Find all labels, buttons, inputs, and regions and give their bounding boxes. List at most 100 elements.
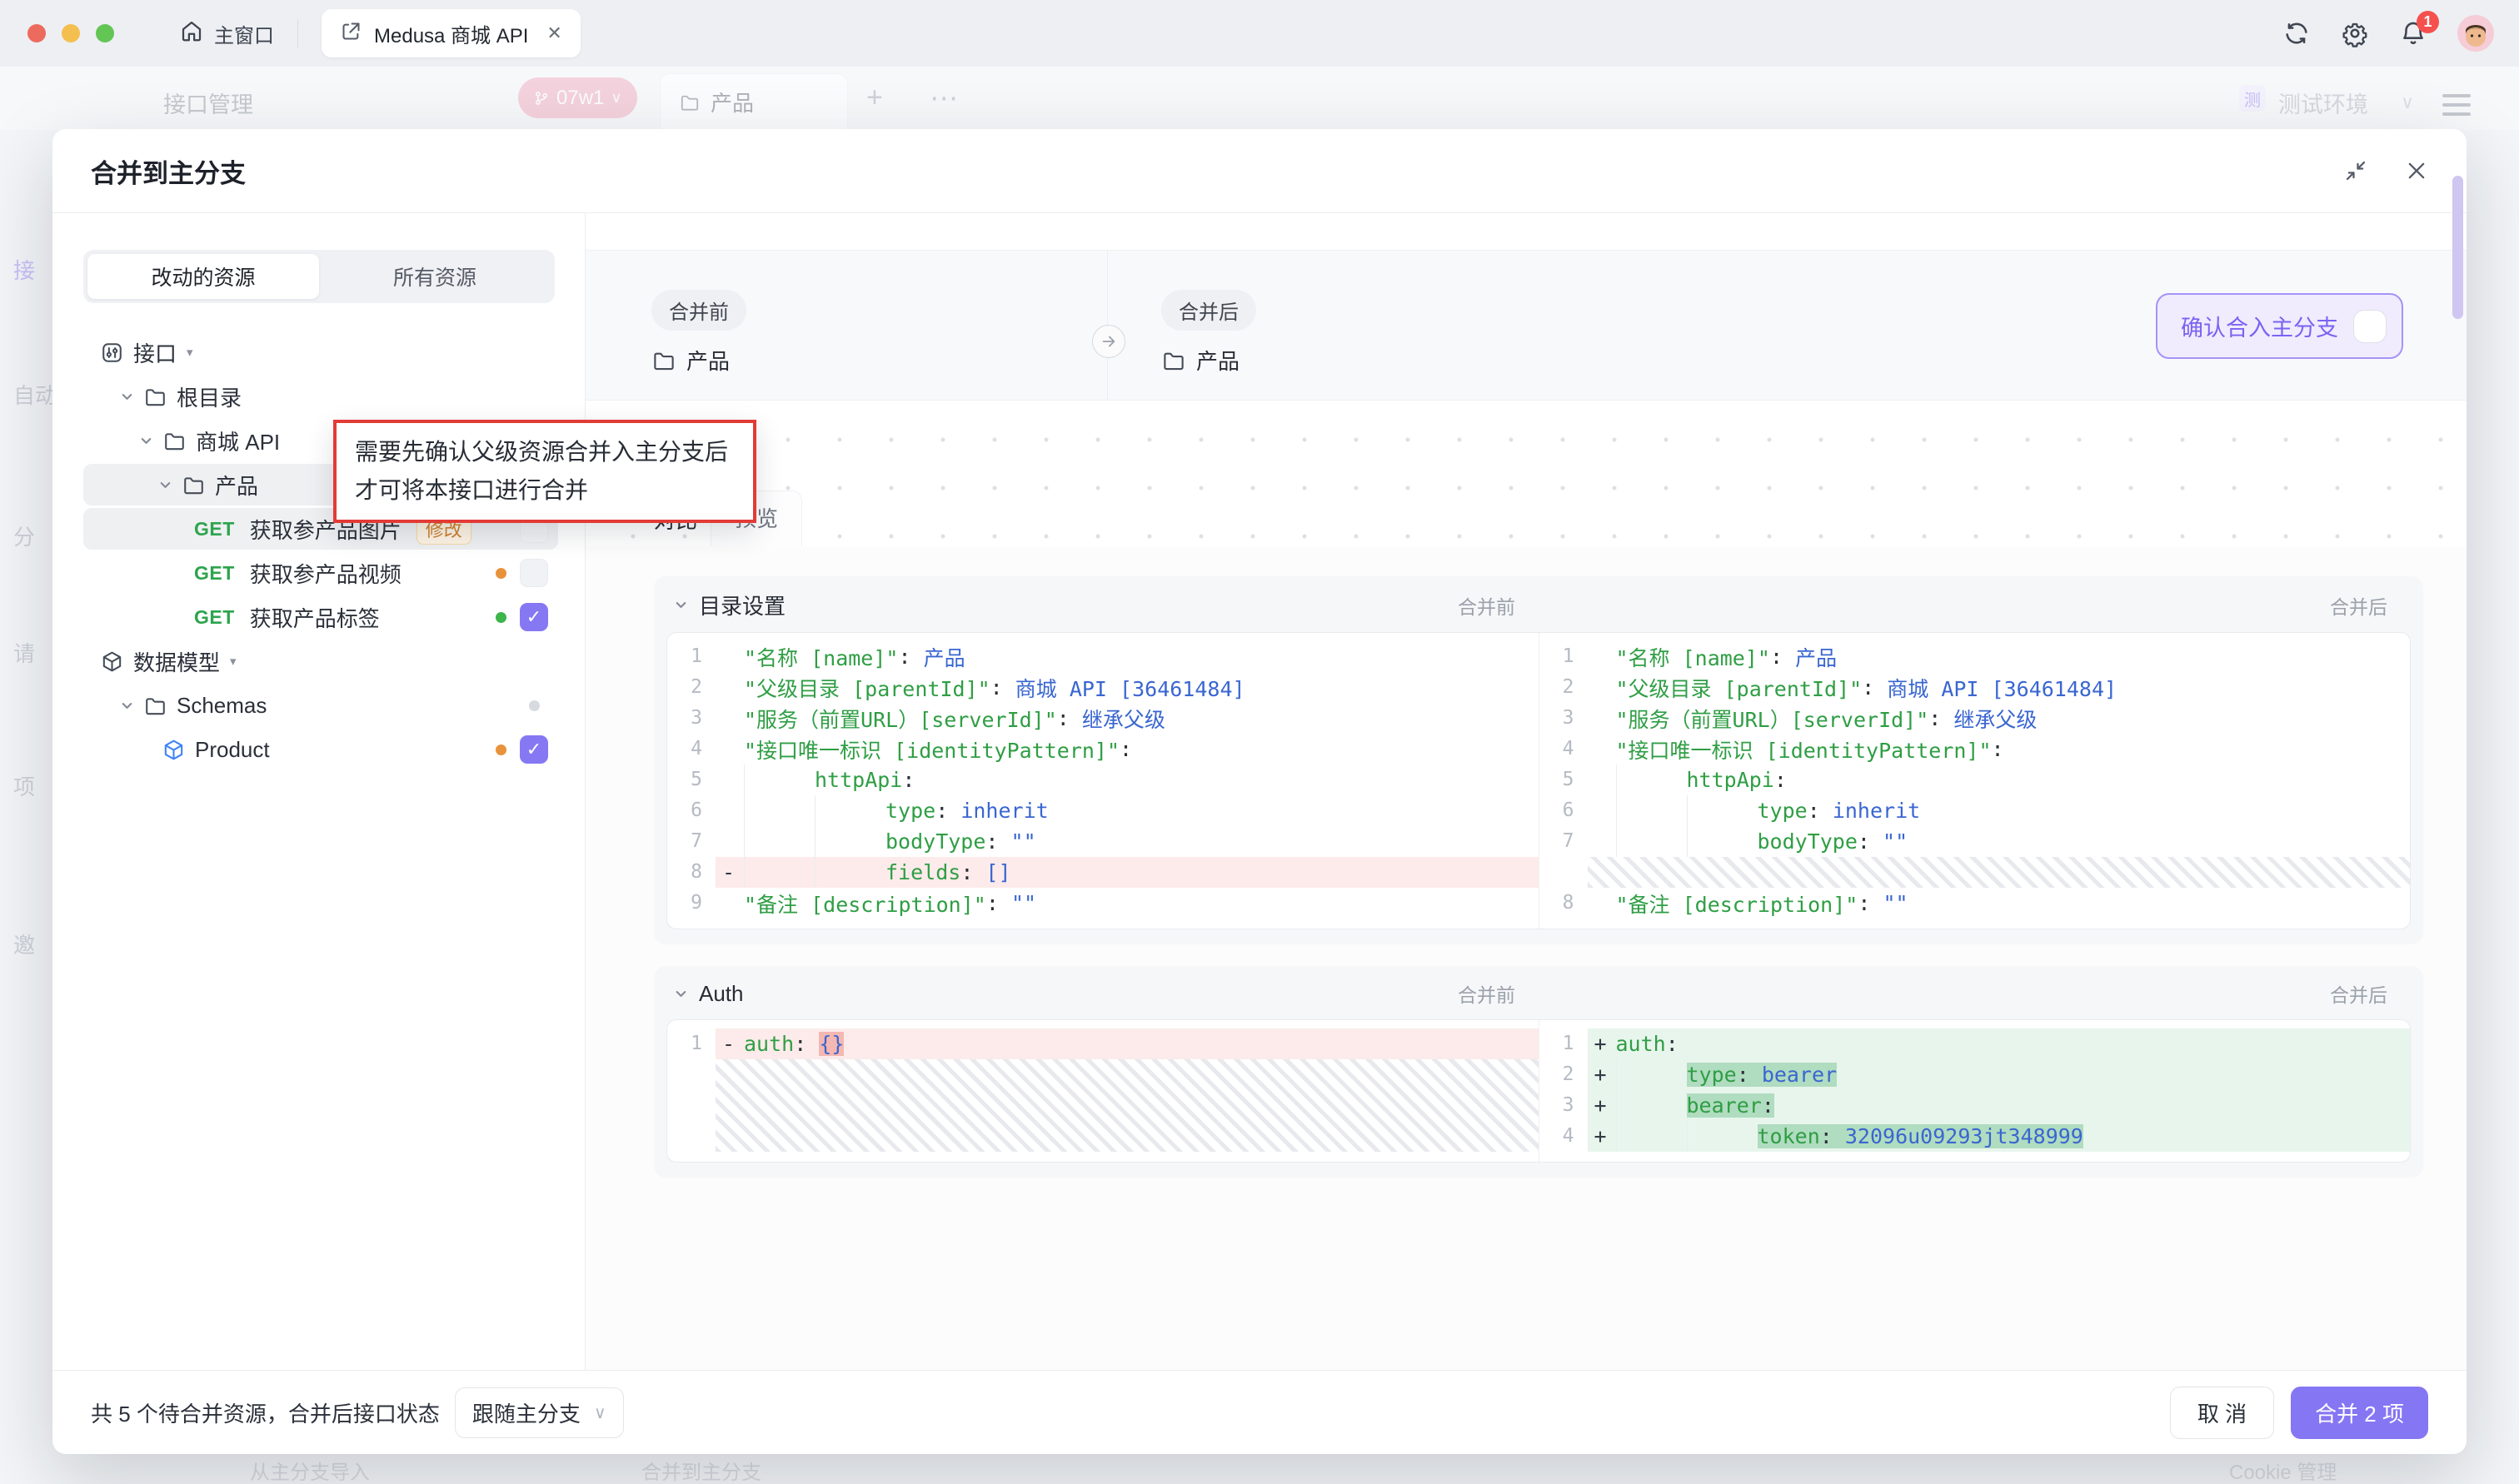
gear-icon[interactable] <box>2341 19 2369 47</box>
project-tab-label: Medusa 商城 API <box>374 19 528 48</box>
code-line: 3"服务（前置URL）[serverId]": 继承父级 <box>667 703 1539 734</box>
close-window-icon[interactable] <box>27 24 46 42</box>
code-line: 4+token: 32096u09293jt348999 <box>1539 1121 2411 1152</box>
folder-icon <box>1161 348 1186 373</box>
confirm-toggle[interactable] <box>2353 310 2387 343</box>
chevron-down-icon[interactable] <box>119 389 135 405</box>
http-method: GET <box>194 606 235 629</box>
folder-icon <box>143 694 167 718</box>
view-tabstrip: 对比 预览 <box>586 401 2467 546</box>
section-title: Auth <box>699 981 744 1007</box>
zoom-window-icon[interactable] <box>96 24 114 42</box>
external-window-icon <box>340 20 362 47</box>
status-select[interactable]: 跟随主分支 ∨ <box>455 1387 624 1438</box>
diff-panel: 合并前 产品 合并后 产品 <box>586 213 2467 1370</box>
home-tab[interactable]: 主窗口 <box>179 18 274 49</box>
after-code-pane: 1"名称 [name]": 产品2"父级目录 [parentId]": 商城 A… <box>1539 633 2411 929</box>
close-tab-icon[interactable]: ✕ <box>546 22 561 44</box>
diff-card: 1-auth: {}1+auth:2+type: bearer3+bearer:… <box>666 1019 2411 1163</box>
before-pill: 合并前 <box>651 290 746 331</box>
chevron-down-icon[interactable] <box>673 986 689 1002</box>
http-method: GET <box>194 518 235 540</box>
notifications-bell-icon[interactable]: 1 <box>2399 19 2427 47</box>
code-line: 1+auth: <box>1539 1028 2411 1059</box>
tree-row[interactable]: 数据模型▾ <box>83 640 558 682</box>
merge-checkbox[interactable] <box>520 559 548 587</box>
code-line: 2"父级目录 [parentId]": 商城 API [36461484] <box>1539 672 2411 703</box>
sync-icon[interactable] <box>2282 19 2311 47</box>
resource-tree: 接口▾根目录商城 API产品GET获取参产品图片修改GET获取参产品视频GET获… <box>83 331 558 770</box>
code-line: 2"父级目录 [parentId]": 商城 API [36461484] <box>667 672 1539 703</box>
merge-summary: 共 5 个待合并资源，合并后接口状态 <box>91 1397 440 1428</box>
code-line: 4"接口唯一标识 [identityPattern]": <box>1539 734 2411 764</box>
diff-section: Auth合并前合并后1-auth: {}1+auth:2+type: beare… <box>654 966 2423 1178</box>
close-dialog-icon[interactable] <box>2405 159 2428 182</box>
chrome-actions: 1 <box>2282 15 2519 52</box>
change-dot <box>496 612 506 623</box>
chevron-down-icon: ∨ <box>594 1402 606 1423</box>
code-line: 2+type: bearer <box>1539 1059 2411 1090</box>
after-label: 合并后 <box>2330 979 2411 1008</box>
chevron-down-icon[interactable] <box>673 597 689 613</box>
after-pill: 合并后 <box>1161 290 1256 331</box>
resource-tab-0[interactable]: 改动的资源 <box>87 254 319 299</box>
after-code-pane: 1+auth:2+type: bearer3+bearer:4+token: 3… <box>1539 1020 2411 1162</box>
code-line: 1"名称 [name]": 产品 <box>667 641 1539 672</box>
screen: 主窗口 Medusa 商城 API ✕ 1 接口管理 07w1 ∨ <box>0 0 2519 1484</box>
folder-icon <box>143 385 167 409</box>
tree-row[interactable]: 接口▾ <box>83 331 558 373</box>
tree-row[interactable]: GET获取参产品视频 <box>83 552 558 594</box>
code-line: 1"名称 [name]": 产品 <box>1539 641 2411 672</box>
diff-card: 1"名称 [name]": 产品2"父级目录 [parentId]": 商城 A… <box>666 632 2411 929</box>
after-label: 合并后 <box>2330 591 2411 620</box>
dialog-header: 合并到主分支 <box>52 129 2467 213</box>
code-line <box>1539 857 2411 888</box>
tree-row[interactable]: GET获取产品标签 <box>83 596 558 638</box>
chevron-down-icon[interactable] <box>157 477 173 493</box>
section-title: 目录设置 <box>699 590 786 620</box>
change-dot <box>529 700 540 711</box>
chevron-down-icon[interactable] <box>138 433 154 449</box>
window-chrome: 主窗口 Medusa 商城 API ✕ 1 <box>0 0 2519 67</box>
minimize-window-icon[interactable] <box>62 24 80 42</box>
chevron-down-icon[interactable] <box>119 698 135 714</box>
project-tab[interactable]: Medusa 商城 API ✕ <box>322 9 581 57</box>
tree-row[interactable]: Schemas <box>83 685 558 726</box>
resource-tab-1[interactable]: 所有资源 <box>319 254 551 299</box>
merge-checkbox[interactable] <box>520 735 548 764</box>
caret-down-icon: ▾ <box>187 345 193 360</box>
api-icon <box>100 341 124 365</box>
tree-row[interactable]: 根目录 <box>83 376 558 417</box>
after-resource: 产品 <box>1161 345 1256 376</box>
code-line <box>667 1059 1539 1152</box>
change-dot <box>496 568 506 579</box>
avatar[interactable] <box>2457 15 2494 52</box>
collapse-dialog-icon[interactable] <box>2343 158 2368 183</box>
schema-icon <box>162 738 186 762</box>
resource-tabs: 改动的资源所有资源 <box>83 250 555 303</box>
model-icon <box>100 650 124 674</box>
before-code-pane: 1-auth: {} <box>667 1020 1539 1162</box>
home-tab-label: 主窗口 <box>214 19 274 48</box>
code-line: 7bodyType: "" <box>1539 826 2411 857</box>
caret-down-icon: ▾ <box>230 654 237 669</box>
folder-icon <box>182 473 206 497</box>
confirm-merge-button[interactable]: 确认合入主分支 <box>2156 293 2403 359</box>
dialog-title: 合并到主分支 <box>91 152 246 190</box>
merge-dialog: 合并到主分支 改动的资源所有资源 接口▾根目录商城 API产品GET获取参产品图… <box>52 129 2467 1454</box>
tooltip-line2: 才可将本接口进行合并 <box>355 471 735 510</box>
merge-button[interactable]: 合并 2 项 <box>2291 1387 2428 1439</box>
folder-icon <box>651 348 676 373</box>
code-line: 6type: inherit <box>1539 795 2411 826</box>
merge-checkbox[interactable] <box>520 603 548 631</box>
code-line: 4"接口唯一标识 [identityPattern]": <box>667 734 1539 764</box>
before-resource: 产品 <box>651 345 1107 376</box>
merge-warning-tooltip: 需要先确认父级资源合并入主分支后 才可将本接口进行合并 <box>333 420 756 523</box>
cancel-button[interactable]: 取 消 <box>2170 1387 2274 1439</box>
dialog-footer: 共 5 个待合并资源，合并后接口状态 跟随主分支 ∨ 取 消 合并 2 项 <box>52 1370 2467 1454</box>
scrollbar-thumb[interactable] <box>2452 176 2463 319</box>
notification-count-badge: 1 <box>2417 11 2439 33</box>
before-label: 合并前 <box>1458 591 1539 620</box>
resource-panel: 改动的资源所有资源 接口▾根目录商城 API产品GET获取参产品图片修改GET获… <box>52 213 586 1370</box>
tree-row[interactable]: Product <box>83 729 558 770</box>
